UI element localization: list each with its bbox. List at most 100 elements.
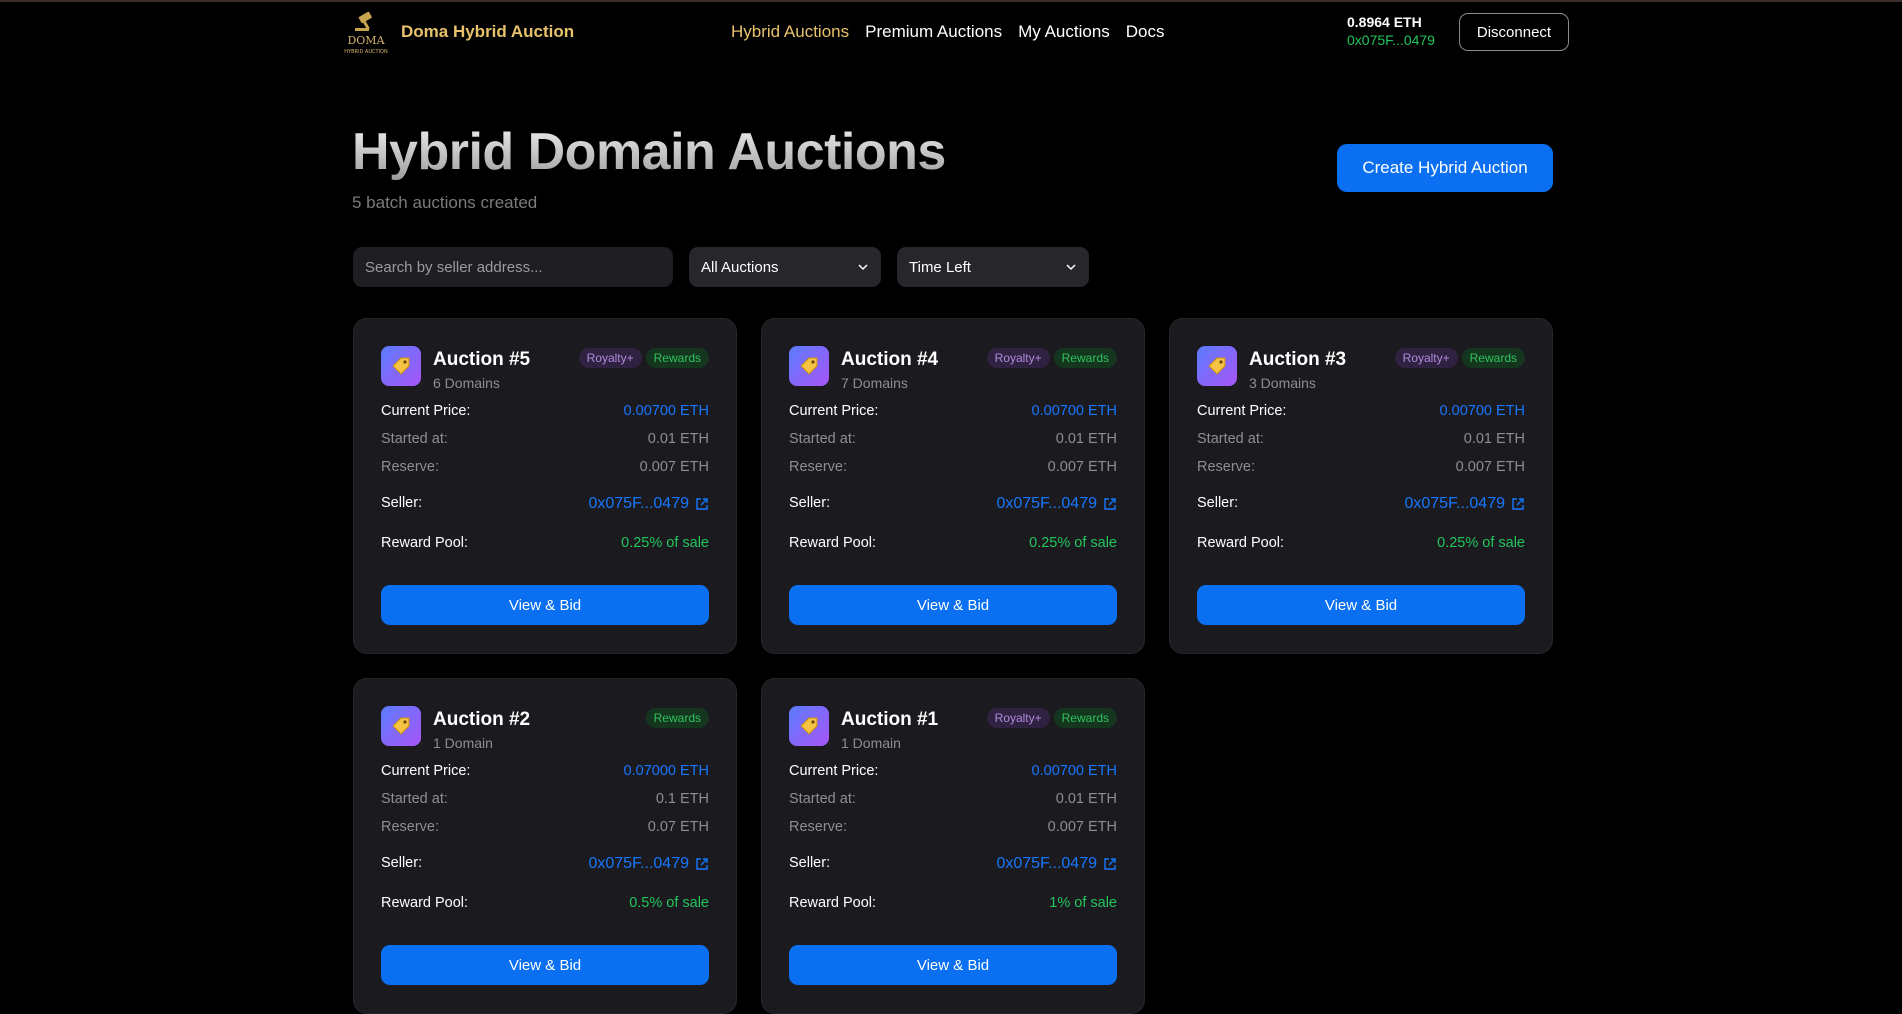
current-price-value: 0.00700 ETH	[1031, 763, 1117, 779]
tag-icon	[392, 717, 410, 735]
reserve-value: 0.007 ETH	[1455, 459, 1525, 475]
current-price-label: Current Price:	[381, 763, 471, 779]
reward-pool-row: Reward Pool: 1% of sale	[789, 895, 1117, 911]
reserve-row: Reserve: 0.007 ETH	[789, 819, 1117, 835]
current-price-label: Current Price:	[789, 763, 879, 779]
current-price-value: 0.07000 ETH	[623, 763, 709, 779]
tag-icon	[800, 717, 818, 735]
brand-logo[interactable]: DOMA HYBRID AUCTION	[339, 8, 393, 56]
auction-badges: Royalty+ Rewards	[986, 348, 1117, 368]
reserve-label: Reserve:	[381, 819, 440, 835]
reward-pool-row: Reward Pool: 0.5% of sale	[381, 895, 709, 911]
started-at-row: Started at: 0.1 ETH	[381, 791, 709, 807]
seller-link[interactable]: 0x075F...0479	[588, 855, 709, 873]
current-price-value: 0.00700 ETH	[1031, 403, 1117, 419]
disconnect-button[interactable]: Disconnect	[1459, 13, 1569, 51]
seller-search-input[interactable]	[353, 247, 673, 287]
seller-row: Seller: 0x075F...0479	[789, 855, 1117, 873]
wallet-balance: 0.8964 ETH	[1347, 14, 1422, 30]
external-link-icon	[1104, 498, 1116, 510]
view-bid-button[interactable]: View & Bid	[789, 585, 1117, 625]
seller-link[interactable]: 0x075F...0479	[996, 495, 1117, 513]
reserve-row: Reserve: 0.007 ETH	[1197, 459, 1525, 475]
started-at-label: Started at:	[789, 791, 856, 807]
create-hybrid-auction-button[interactable]: Create Hybrid Auction	[1337, 144, 1553, 192]
reward-pool-label: Reward Pool:	[1197, 535, 1285, 551]
nav-docs[interactable]: Docs	[1126, 22, 1165, 42]
reserve-label: Reserve:	[789, 819, 848, 835]
current-price-label: Current Price:	[381, 403, 471, 419]
seller-link[interactable]: 0x075F...0479	[588, 495, 709, 513]
current-price-row: Current Price: 0.00700 ETH	[789, 403, 1117, 419]
auction-icon-tile	[381, 346, 421, 386]
domain-count: 6 Domains	[433, 375, 500, 391]
view-bid-button[interactable]: View & Bid	[789, 945, 1117, 985]
sort-select[interactable]: Time Left	[897, 247, 1089, 287]
external-link-icon	[1104, 858, 1116, 870]
reserve-label: Reserve:	[1197, 459, 1256, 475]
reward-pool-value: 0.25% of sale	[1437, 535, 1525, 551]
started-at-value: 0.01 ETH	[647, 431, 709, 447]
auction-title: Auction #4	[841, 349, 939, 370]
current-price-row: Current Price: 0.07000 ETH	[381, 763, 709, 779]
external-link-icon	[1512, 498, 1524, 510]
reward-pool-row: Reward Pool: 0.25% of sale	[1197, 535, 1525, 551]
auction-card: Auction #2 1 Domain Rewards Current Pric…	[353, 678, 737, 1014]
auction-badges: Royalty+ Rewards	[578, 348, 709, 368]
started-at-row: Started at: 0.01 ETH	[789, 431, 1117, 447]
seller-label: Seller:	[381, 495, 423, 511]
royalty-badge: Royalty+	[986, 348, 1050, 368]
reserve-value: 0.007 ETH	[1047, 819, 1117, 835]
seller-label: Seller:	[789, 495, 831, 511]
status-filter-value: All Auctions	[701, 258, 779, 276]
reserve-row: Reserve: 0.07 ETH	[381, 819, 709, 835]
auction-icon-tile	[789, 346, 829, 386]
rewards-badge: Rewards	[1461, 348, 1525, 368]
started-at-label: Started at:	[381, 791, 448, 807]
sort-value: Time Left	[909, 258, 971, 276]
tag-icon	[392, 357, 410, 375]
seller-address: 0x075F...0479	[996, 855, 1097, 872]
current-price-value: 0.00700 ETH	[1439, 403, 1525, 419]
royalty-badge: Royalty+	[578, 348, 642, 368]
royalty-badge: Royalty+	[986, 708, 1050, 728]
seller-row: Seller: 0x075F...0479	[1197, 495, 1525, 513]
seller-link[interactable]: 0x075F...0479	[1404, 495, 1525, 513]
reward-pool-label: Reward Pool:	[381, 895, 469, 911]
seller-address: 0x075F...0479	[588, 855, 689, 872]
seller-label: Seller:	[381, 855, 423, 871]
view-bid-button[interactable]: View & Bid	[381, 945, 709, 985]
svg-text:DOMA: DOMA	[347, 34, 385, 47]
brand-name[interactable]: Doma Hybrid Auction	[401, 22, 574, 42]
reward-pool-label: Reward Pool:	[381, 535, 469, 551]
wallet-info: 0.8964 ETH 0x075F...0479	[1347, 13, 1435, 49]
seller-label: Seller:	[789, 855, 831, 871]
status-filter-select[interactable]: All Auctions	[689, 247, 881, 287]
rewards-badge: Rewards	[1053, 708, 1117, 728]
auction-card: Auction #5 6 Domains Royalty+ Rewards Cur…	[353, 318, 737, 654]
top-navbar: DOMA HYBRID AUCTION Doma Hybrid Auction …	[0, 0, 1902, 66]
started-at-row: Started at: 0.01 ETH	[1197, 431, 1525, 447]
nav-premium-auctions[interactable]: Premium Auctions	[865, 22, 1002, 42]
started-at-row: Started at: 0.01 ETH	[381, 431, 709, 447]
reserve-value: 0.007 ETH	[1047, 459, 1117, 475]
current-price-row: Current Price: 0.00700 ETH	[1197, 403, 1525, 419]
seller-address: 0x075F...0479	[996, 495, 1097, 512]
reward-pool-value: 1% of sale	[1049, 895, 1117, 911]
current-price-row: Current Price: 0.00700 ETH	[381, 403, 709, 419]
nav-my-auctions[interactable]: My Auctions	[1018, 22, 1110, 42]
seller-row: Seller: 0x075F...0479	[381, 495, 709, 513]
reserve-label: Reserve:	[381, 459, 440, 475]
reward-pool-value: 0.5% of sale	[629, 895, 709, 911]
seller-address: 0x075F...0479	[588, 495, 689, 512]
reward-pool-value: 0.25% of sale	[621, 535, 709, 551]
started-at-value: 0.01 ETH	[1463, 431, 1525, 447]
view-bid-button[interactable]: View & Bid	[1197, 585, 1525, 625]
domain-count: 7 Domains	[841, 375, 908, 391]
view-bid-button[interactable]: View & Bid	[381, 585, 709, 625]
tag-icon	[1208, 357, 1226, 375]
nav-hybrid-auctions[interactable]: Hybrid Auctions	[731, 22, 849, 42]
seller-label: Seller:	[1197, 495, 1239, 511]
reward-pool-row: Reward Pool: 0.25% of sale	[789, 535, 1117, 551]
seller-link[interactable]: 0x075F...0479	[996, 855, 1117, 873]
